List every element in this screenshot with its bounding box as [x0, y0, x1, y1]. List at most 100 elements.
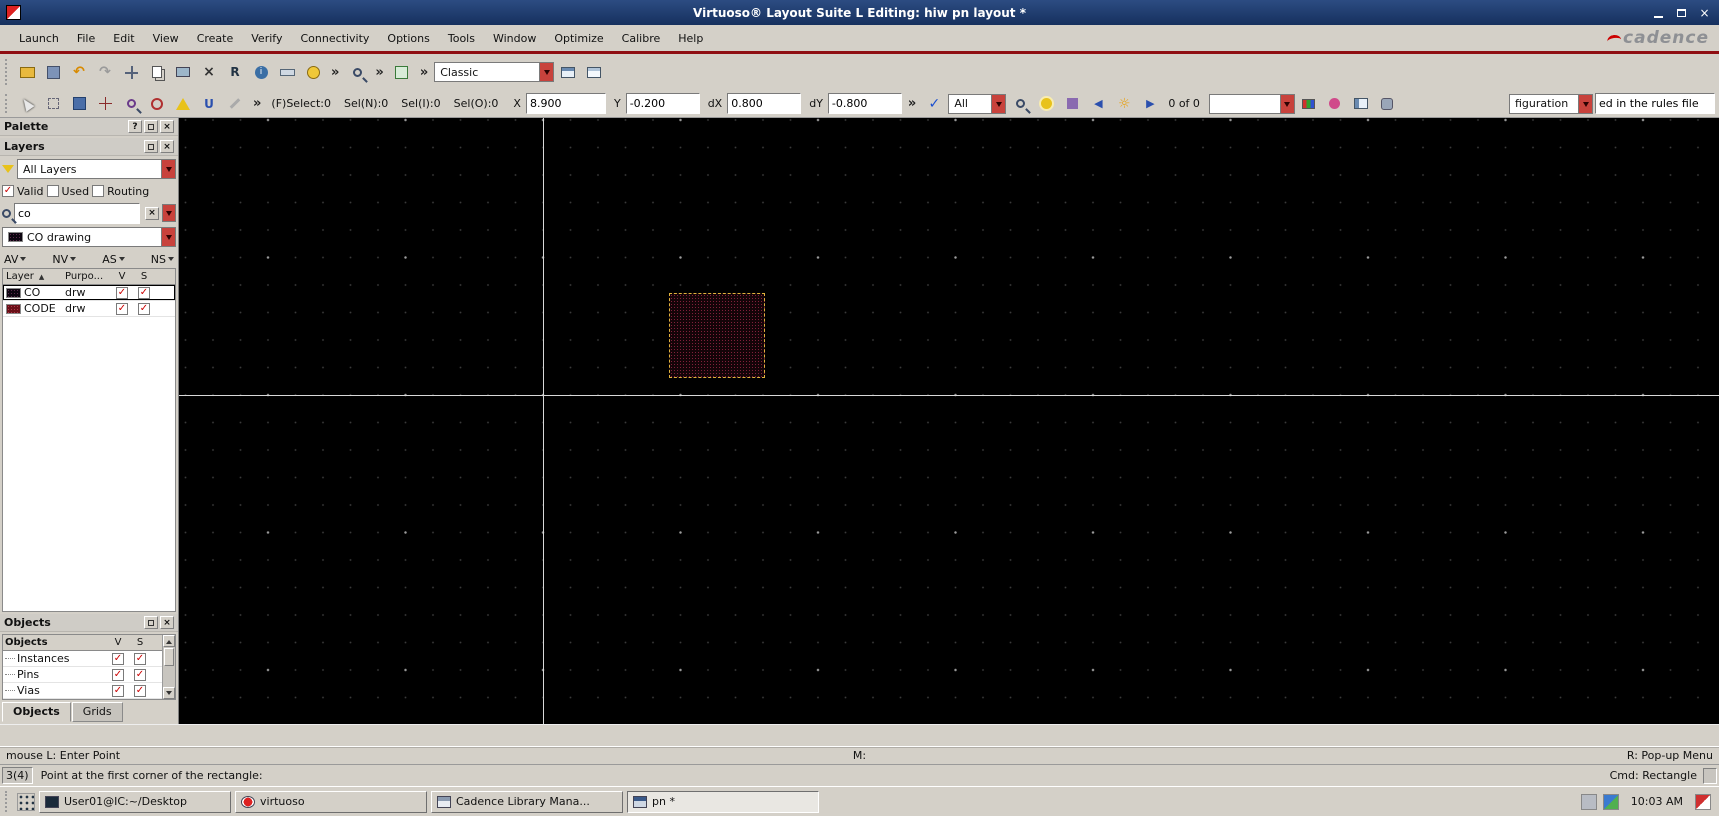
magic-gear-icon[interactable] — [1375, 92, 1399, 116]
maximize-button[interactable] — [1671, 4, 1692, 22]
combo-arrow-icon[interactable] — [161, 160, 175, 178]
prompt-resize-box[interactable] — [1703, 767, 1717, 784]
instance-icon[interactable] — [67, 92, 91, 116]
menu-view[interactable]: View — [144, 25, 188, 51]
co-visible-checkbox[interactable]: ✓ — [116, 286, 128, 299]
objects-float-button[interactable] — [144, 616, 158, 629]
objects-row-pins[interactable]: Pins ✓ ✓ — [3, 667, 175, 683]
taskbar-handle[interactable] — [5, 791, 9, 812]
filter-funnel-icon[interactable] — [2, 165, 14, 173]
layers-table-header[interactable]: Layer ▲ Purpo... V S — [3, 269, 175, 285]
palette-icon[interactable] — [1297, 92, 1321, 116]
sparkle-icon[interactable] — [1034, 92, 1058, 116]
palette-close-button[interactable]: × — [160, 120, 174, 133]
overflow-chevron[interactable]: » — [249, 96, 265, 111]
vias-selectable-checkbox[interactable]: ✓ — [134, 684, 146, 697]
objects-row-instances[interactable]: Instances ✓ ✓ — [3, 651, 175, 667]
scroll-down-icon[interactable] — [163, 687, 175, 699]
vias-visible-checkbox[interactable]: ✓ — [112, 684, 124, 697]
display-options-icon[interactable] — [171, 60, 195, 84]
copy-icon[interactable] — [145, 60, 169, 84]
dx-input[interactable] — [727, 93, 802, 114]
menu-options[interactable]: Options — [378, 25, 438, 51]
pins-selectable-checkbox[interactable]: ✓ — [134, 668, 146, 681]
next-arrow-icon[interactable]: ▶ — [1138, 92, 1162, 116]
panel-icon[interactable] — [1349, 92, 1373, 116]
toolbar-handle[interactable] — [5, 94, 9, 113]
combo-arrow-icon[interactable] — [1578, 94, 1592, 113]
x-coordinate-input[interactable] — [525, 93, 606, 114]
layer-search-input[interactable] — [14, 202, 140, 224]
routing-checkbox[interactable]: ✓ — [92, 185, 105, 197]
active-layer-combobox[interactable]: CO drawing — [2, 227, 176, 247]
zoom-select-icon[interactable] — [119, 92, 143, 116]
taskbar-menu-icon[interactable] — [17, 792, 35, 811]
tab-grids[interactable]: Grids — [71, 702, 123, 722]
tray-alert-icon[interactable] — [1695, 793, 1711, 810]
menu-window[interactable]: Window — [484, 25, 545, 51]
menu-launch[interactable]: Launch — [10, 25, 68, 51]
apply-check-icon[interactable]: ✓ — [922, 92, 946, 116]
task-virtuoso-button[interactable]: virtuoso — [235, 790, 427, 813]
open-icon[interactable] — [15, 60, 39, 84]
stretch-icon[interactable] — [119, 60, 143, 84]
scrollbar-thumb[interactable] — [164, 648, 174, 666]
combo-arrow-icon[interactable] — [539, 63, 554, 81]
menu-optimize[interactable]: Optimize — [545, 25, 612, 51]
menu-calibre[interactable]: Calibre — [613, 25, 670, 51]
objects-scrollbar[interactable] — [162, 635, 175, 699]
rules-file-field[interactable] — [1595, 93, 1715, 114]
search-clear-button[interactable]: × — [145, 206, 159, 220]
origin-icon[interactable] — [93, 92, 117, 116]
layers-close-button[interactable]: × — [160, 140, 174, 153]
clock-icon[interactable] — [301, 60, 325, 84]
menu-file[interactable]: File — [68, 25, 104, 51]
toolbar-handle[interactable] — [5, 59, 9, 85]
menu-tools[interactable]: Tools — [439, 25, 484, 51]
undo-icon[interactable]: ↶ — [67, 60, 91, 84]
instances-visible-checkbox[interactable]: ✓ — [112, 652, 124, 665]
objects-row-vias[interactable]: Vias ✓ ✓ — [3, 683, 175, 699]
combo-arrow-icon[interactable] — [991, 94, 1006, 113]
ns-filter[interactable]: NS — [149, 253, 176, 266]
scroll-up-icon[interactable] — [163, 635, 175, 647]
dy-input[interactable] — [827, 93, 902, 114]
select-mode-icon[interactable] — [15, 92, 39, 116]
overflow-chevron[interactable]: » — [327, 65, 343, 80]
overflow-chevron[interactable]: » — [371, 65, 387, 80]
code-selectable-checkbox[interactable]: ✓ — [138, 302, 150, 315]
overflow-chevron[interactable]: » — [904, 96, 920, 111]
result-combobox[interactable] — [1208, 93, 1295, 114]
palette-help-button[interactable]: ? — [128, 120, 142, 133]
av-filter[interactable]: AV — [2, 253, 28, 266]
minimize-button[interactable] — [1648, 4, 1669, 22]
menu-connectivity[interactable]: Connectivity — [291, 25, 378, 51]
tab-objects[interactable]: Objects — [2, 702, 71, 722]
close-button[interactable]: × — [1694, 4, 1715, 22]
properties-icon[interactable]: R — [223, 60, 247, 84]
zoom-out-icon[interactable] — [145, 92, 169, 116]
warning-icon[interactable] — [171, 92, 195, 116]
tray-network-icon[interactable] — [1602, 793, 1619, 810]
redo-icon[interactable]: ↷ — [93, 60, 117, 84]
workspace-layout-icon[interactable] — [556, 60, 580, 84]
delete-icon[interactable]: × — [197, 60, 221, 84]
search-dropdown-icon[interactable] — [162, 204, 176, 222]
menu-verify[interactable]: Verify — [242, 25, 291, 51]
y-coordinate-input[interactable] — [625, 93, 700, 114]
palette-float-button[interactable] — [144, 120, 158, 133]
task-terminal-button[interactable]: User01@IC:~/Desktop — [39, 790, 231, 813]
zoom-fit-icon[interactable] — [390, 60, 414, 84]
task-library-manager-button[interactable]: Cadence Library Mana... — [431, 790, 623, 813]
brush-icon[interactable] — [1060, 92, 1084, 116]
tray-keyboard-icon[interactable] — [1580, 793, 1597, 810]
valid-checkbox[interactable]: ✓ — [2, 185, 14, 197]
partial-select-icon[interactable] — [41, 92, 65, 116]
probe-icon[interactable] — [1323, 92, 1347, 116]
configuration-combobox[interactable]: figuration — [1509, 93, 1593, 114]
combo-arrow-icon[interactable] — [1279, 94, 1294, 113]
style-combobox[interactable]: Classic — [434, 62, 555, 82]
menu-edit[interactable]: Edit — [104, 25, 143, 51]
zoom-icon[interactable] — [345, 60, 369, 84]
combo-arrow-icon[interactable] — [161, 228, 175, 246]
